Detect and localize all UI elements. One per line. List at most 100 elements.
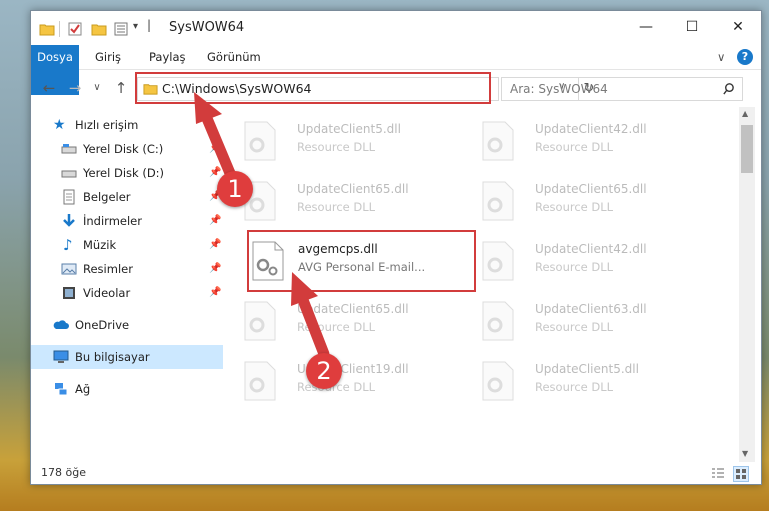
address-highlight-box	[135, 72, 491, 104]
file-description: Resource DLL	[297, 140, 376, 154]
scroll-down-icon[interactable]: ▼	[742, 449, 748, 458]
folder-icon	[39, 24, 55, 36]
customize-icon[interactable]	[113, 21, 129, 37]
pin-icon[interactable]: 📌	[209, 143, 221, 154]
ribbon-collapse-icon[interactable]: ∨	[717, 45, 725, 69]
title-bar: ▾ | SysWOW64 — ☐ ✕	[31, 11, 761, 45]
search-icon[interactable]	[722, 82, 735, 95]
dll-file-icon	[482, 241, 514, 281]
new-folder-icon[interactable]	[91, 21, 107, 37]
sidebar-item-label: Bu bilgisayar	[75, 350, 150, 364]
item-count: 178 öğe	[41, 466, 86, 479]
videos-icon	[63, 287, 75, 299]
dll-file-icon	[482, 301, 514, 341]
dll-file-icon	[482, 181, 514, 221]
file-name: UpdateClient65.dll	[297, 182, 409, 196]
forward-button[interactable]: →	[65, 79, 85, 97]
sidebar-item-label: Ağ	[75, 382, 91, 396]
sidebar-item-label: Yerel Disk (C:)	[83, 142, 164, 156]
tab-share[interactable]: Paylaş	[149, 45, 186, 69]
file-description: Resource DLL	[535, 200, 614, 214]
tab-home[interactable]: Giriş	[95, 45, 121, 69]
drive-icon	[61, 144, 77, 154]
sidebar-item-music[interactable]: ♪ Müzik 📌	[31, 233, 223, 257]
sidebar-item-label: Belgeler	[83, 190, 131, 204]
sidebar-item-onedrive[interactable]: OneDrive	[31, 313, 223, 337]
file-item[interactable]: UpdateClient42.dll Resource DLL	[467, 237, 697, 287]
file-description: Resource DLL	[297, 200, 376, 214]
sidebar-item-network[interactable]: Ağ	[31, 377, 223, 401]
music-icon: ♪	[63, 236, 73, 254]
help-icon[interactable]: ?	[737, 49, 753, 65]
maximize-button[interactable]: ☐	[669, 11, 715, 43]
scroll-up-icon[interactable]: ▲	[742, 109, 748, 118]
sidebar-item-label: İndirmeler	[83, 214, 142, 228]
step-badge-2: 2	[306, 353, 342, 389]
close-button[interactable]: ✕	[715, 11, 761, 43]
sidebar-item-videos[interactable]: Videolar 📌	[31, 281, 223, 305]
file-item[interactable]: UpdateClient65.dll Resource DLL	[229, 177, 459, 227]
file-name: UpdateClient65.dll	[535, 182, 647, 196]
sidebar-item-label: OneDrive	[75, 318, 130, 332]
file-description: Resource DLL	[535, 140, 614, 154]
file-item[interactable]: UpdateClient19.dll Resource DLL	[229, 357, 459, 407]
scrollbar-thumb[interactable]	[741, 125, 753, 173]
vertical-scrollbar[interactable]: ▲ ▼	[739, 107, 755, 462]
pin-icon[interactable]: 📌	[209, 215, 221, 226]
file-name: UpdateClient42.dll	[535, 122, 647, 136]
sidebar-item-label: Videolar	[83, 286, 131, 300]
dll-file-icon	[244, 361, 276, 401]
step-badge-1: 1	[217, 171, 253, 207]
dll-file-icon	[244, 121, 276, 161]
file-name: UpdateClient65.dll	[297, 302, 409, 316]
recent-locations-button[interactable]: ∨	[87, 79, 107, 97]
back-button[interactable]: ←	[39, 79, 59, 97]
sidebar-item-label: Hızlı erişim	[75, 118, 139, 132]
details-view-icon[interactable]	[711, 467, 725, 479]
sidebar-item-drive-c[interactable]: Yerel Disk (C:) 📌	[31, 137, 223, 161]
pin-icon[interactable]: 📌	[209, 167, 221, 178]
file-name: UpdateClient63.dll	[535, 302, 647, 316]
file-description: Resource DLL	[535, 260, 614, 274]
tiles-view-icon[interactable]	[733, 466, 749, 482]
sidebar-item-downloads[interactable]: İndirmeler 📌	[31, 209, 223, 233]
file-item[interactable]: UpdateClient5.dll Resource DLL	[229, 117, 459, 167]
file-item[interactable]: UpdateClient65.dll Resource DLL	[467, 177, 697, 227]
sidebar-item-drive-d[interactable]: Yerel Disk (D:) 📌	[31, 161, 223, 185]
search-box[interactable]: Ara: SysWOW64	[501, 77, 743, 101]
sidebar-item-quick-access[interactable]: ★ Hızlı erişim	[31, 113, 223, 137]
minimize-button[interactable]: —	[623, 11, 669, 43]
file-name: UpdateClient5.dll	[535, 362, 639, 376]
network-icon	[55, 383, 68, 396]
ribbon: Dosya Giriş Paylaş Görünüm ∨ ?	[31, 45, 761, 95]
tab-view[interactable]: Görünüm	[207, 45, 261, 69]
file-description: Resource DLL	[297, 320, 376, 334]
sidebar-item-label: Yerel Disk (D:)	[83, 166, 165, 180]
file-name: UpdateClient5.dll	[297, 122, 401, 136]
documents-icon	[63, 189, 75, 205]
quick-access-dropdown-icon[interactable]: ▾	[133, 21, 138, 37]
file-item[interactable]: UpdateClient42.dll Resource DLL	[467, 117, 697, 167]
pictures-icon	[61, 263, 77, 275]
pin-icon[interactable]: 📌	[209, 287, 221, 298]
title-separator: |	[147, 18, 152, 32]
up-button[interactable]: ↑	[111, 79, 131, 97]
properties-icon[interactable]	[67, 21, 83, 37]
dll-file-icon	[244, 301, 276, 341]
pin-icon[interactable]: 📌	[209, 263, 221, 274]
pin-icon[interactable]: 📌	[209, 239, 221, 250]
dll-file-icon	[482, 361, 514, 401]
sidebar-item-documents[interactable]: Belgeler 📌	[31, 185, 223, 209]
sidebar-item-label: Resimler	[83, 262, 133, 276]
file-item[interactable]: UpdateClient63.dll Resource DLL	[467, 297, 697, 347]
sidebar-item-this-pc[interactable]: Bu bilgisayar	[31, 345, 223, 369]
file-description: Resource DLL	[535, 380, 614, 394]
dll-file-icon	[482, 121, 514, 161]
file-item[interactable]: UpdateClient65.dll Resource DLL	[229, 297, 459, 347]
file-item[interactable]: UpdateClient5.dll Resource DLL	[467, 357, 697, 407]
search-placeholder: Ara: SysWOW64	[510, 82, 608, 96]
status-bar: 178 öğe	[31, 462, 761, 484]
window-title: SysWOW64	[169, 20, 245, 35]
file-description: Resource DLL	[535, 320, 614, 334]
sidebar-item-pictures[interactable]: Resimler 📌	[31, 257, 223, 281]
